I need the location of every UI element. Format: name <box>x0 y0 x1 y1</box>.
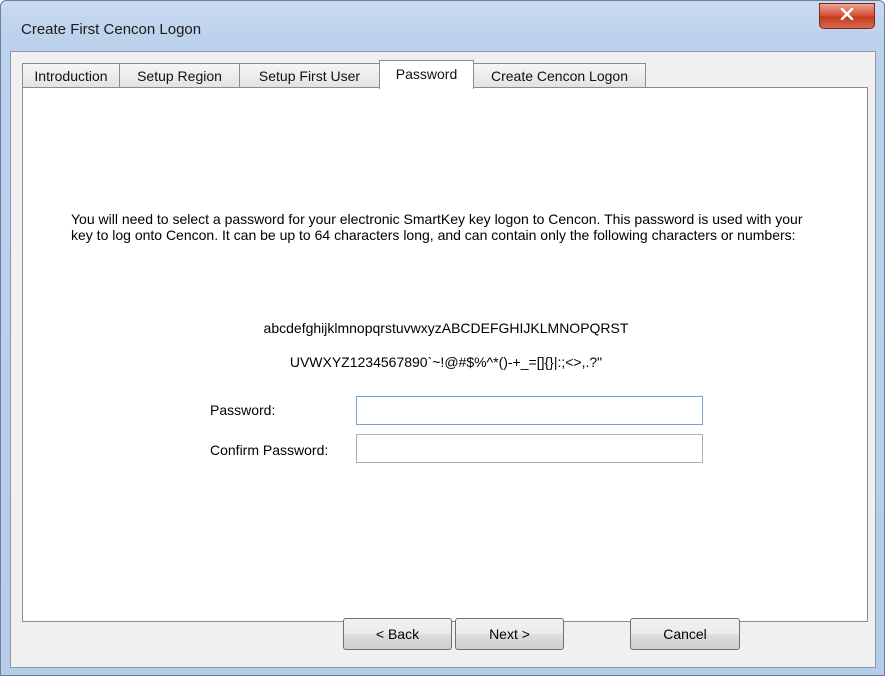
password-tab-panel: You will need to select a password for y… <box>22 87 868 622</box>
confirm-password-label: Confirm Password: <box>210 442 329 458</box>
close-button[interactable] <box>819 3 875 29</box>
dialog-client-area: Introduction Setup Region Setup First Us… <box>10 51 876 668</box>
password-label: Password: <box>210 402 276 418</box>
title-bar[interactable]: Create First Cencon Logon <box>1 1 884 51</box>
tab-create-cencon-logon[interactable]: Create Cencon Logon <box>473 63 646 88</box>
window-title: Create First Cencon Logon <box>21 21 202 38</box>
password-input[interactable] <box>356 396 703 425</box>
confirm-password-input[interactable] <box>356 434 703 463</box>
allowed-characters-line-2: UVWXYZ1234567890`~!@#$%^*()-+_=[]{}|:;<>… <box>289 354 603 370</box>
tab-introduction[interactable]: Introduction <box>22 63 120 88</box>
tab-setup-region[interactable]: Setup Region <box>119 63 240 88</box>
tab-setup-first-user[interactable]: Setup First User <box>239 63 380 88</box>
dialog-window: Create First Cencon Logon Introduction S… <box>0 0 885 676</box>
next-button[interactable]: Next > <box>455 618 564 650</box>
instructions-text: You will need to select a password for y… <box>71 211 803 243</box>
allowed-characters-line-1: abcdefghijklmnopqrstuvwxyzABCDEFGHIJKLMN… <box>263 320 629 336</box>
close-icon <box>840 7 854 25</box>
tab-password[interactable]: Password <box>379 60 474 89</box>
back-button[interactable]: < Back <box>343 618 452 650</box>
cancel-button[interactable]: Cancel <box>630 618 740 650</box>
